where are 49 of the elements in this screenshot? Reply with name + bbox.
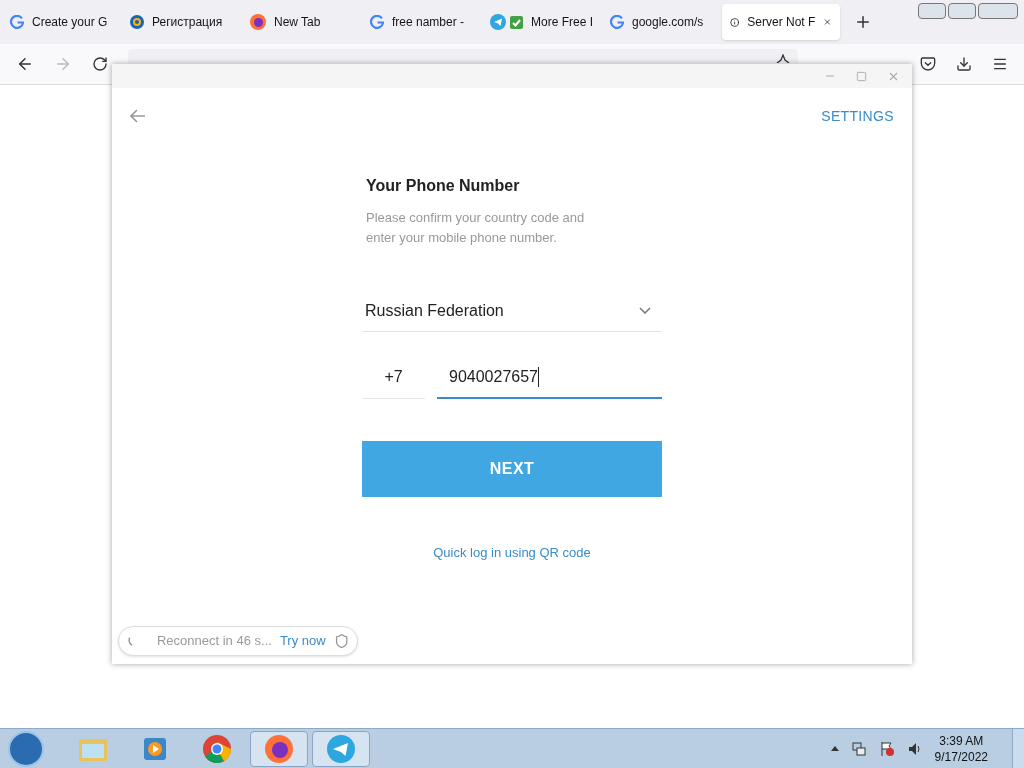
google-icon bbox=[10, 15, 24, 29]
taskbar-app[interactable] bbox=[312, 730, 370, 767]
telegram-icon bbox=[326, 733, 356, 764]
pocket-icon[interactable] bbox=[920, 56, 936, 72]
new-tab-icon[interactable] bbox=[854, 13, 872, 31]
google-icon bbox=[370, 15, 384, 29]
download-icon[interactable] bbox=[956, 56, 972, 72]
firefox-icon bbox=[250, 14, 266, 30]
page-title: Your Phone Number bbox=[365, 176, 521, 196]
settings-link[interactable]: SETTINGS bbox=[821, 105, 894, 127]
try-now-link[interactable]: Try now bbox=[279, 631, 326, 651]
taskbar-app[interactable] bbox=[250, 730, 308, 767]
forward-icon[interactable] bbox=[54, 55, 72, 73]
browser-tab[interactable]: New Tab bbox=[242, 4, 360, 40]
page-subtitle: Please confirm your country code and enter your mobile phone number. bbox=[365, 209, 586, 247]
browser-tab[interactable]: free namber - bbox=[362, 4, 480, 40]
qr-login-link[interactable]: Quick log in using QR code bbox=[433, 543, 591, 563]
shield-icon bbox=[333, 632, 349, 650]
firefox-icon bbox=[264, 733, 294, 764]
menu-icon[interactable] bbox=[992, 56, 1008, 72]
clock-time: 3:39 AM bbox=[939, 732, 984, 749]
chrome-icon bbox=[202, 733, 232, 764]
media-player-icon bbox=[142, 735, 168, 762]
browser-tab[interactable]: More Free I bbox=[482, 4, 600, 40]
close-button[interactable] bbox=[978, 3, 1018, 19]
reconnect-text: Reconnect in 46 s... bbox=[156, 632, 272, 651]
country-code-field[interactable]: +7 bbox=[362, 356, 425, 399]
back-icon[interactable] bbox=[16, 55, 34, 73]
reload-icon[interactable] bbox=[92, 56, 108, 72]
start-button[interactable] bbox=[8, 730, 44, 767]
phone-number-field[interactable]: 9040027657 bbox=[437, 356, 662, 399]
at-sign-icon bbox=[130, 15, 144, 29]
country-dropdown[interactable]: Russian Federation bbox=[362, 290, 662, 332]
browser-tab[interactable]: google.com/s bbox=[602, 4, 720, 40]
browser-tab[interactable]: Create your G bbox=[2, 4, 120, 40]
clock-date: 9/17/2022 bbox=[934, 748, 988, 765]
network-icon[interactable] bbox=[850, 740, 867, 757]
minimize-button[interactable] bbox=[918, 3, 946, 19]
restore-button[interactable] bbox=[948, 3, 976, 19]
google-icon bbox=[610, 15, 624, 29]
maximize-icon[interactable] bbox=[856, 70, 867, 82]
show-hidden-icons[interactable] bbox=[830, 746, 839, 751]
back-arrow-icon[interactable] bbox=[130, 109, 146, 123]
browser-tab[interactable]: Server Not F bbox=[722, 4, 840, 40]
telegram-icon bbox=[490, 14, 506, 30]
browser-tab[interactable]: Регистрация bbox=[122, 4, 240, 40]
checkmark-icon bbox=[510, 15, 523, 29]
chevron-down-icon bbox=[639, 307, 651, 314]
flag-icon[interactable] bbox=[878, 740, 895, 757]
